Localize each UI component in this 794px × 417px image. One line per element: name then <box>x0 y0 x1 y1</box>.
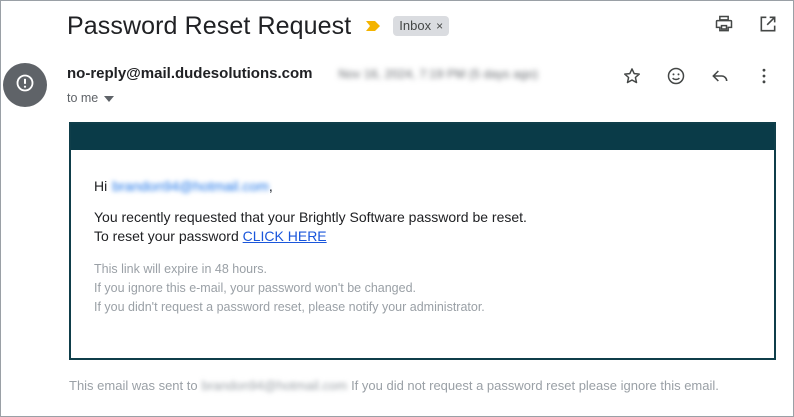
greeting-suffix: , <box>268 178 273 194</box>
importance-marker-icon[interactable] <box>365 20 381 32</box>
more-vert-icon[interactable] <box>753 65 775 87</box>
recipient-text: to me <box>67 91 99 105</box>
star-icon[interactable] <box>621 65 643 87</box>
sender-email[interactable]: no-reply@mail.dudesolutions.com <box>67 65 313 82</box>
print-icon[interactable] <box>713 13 735 35</box>
message-line-2: To reset your password CLICK HERE <box>94 227 774 246</box>
remove-label-button[interactable]: × <box>436 19 443 33</box>
email-card: Hi brandon94@hotmail.com , You recently … <box>69 122 776 360</box>
message-date: Nov 16, 2024, 7:19 PM (5 days ago) <box>338 66 539 81</box>
alert-circle-icon <box>15 73 35 98</box>
sender-line: no-reply@mail.dudesolutions.com Nov 16, … <box>67 65 538 82</box>
open-in-new-icon[interactable] <box>757 13 779 35</box>
recipient-summary[interactable]: to me <box>67 91 538 105</box>
thread-actions <box>713 13 779 35</box>
fine-print: This link will expire in 48 hours. If yo… <box>94 260 774 317</box>
inbox-label-chip: Inbox × <box>393 16 450 36</box>
fine-print-1: This link will expire in 48 hours. <box>94 262 267 276</box>
email-view: Password Reset Request Inbox × no-reply@… <box>0 0 794 417</box>
emoji-icon[interactable] <box>665 65 687 87</box>
main-message: You recently requested that your Brightl… <box>94 208 774 246</box>
footer-prefix: This email was sent to <box>69 378 198 393</box>
card-header-band <box>71 124 774 150</box>
message-actions <box>621 65 775 87</box>
reply-icon[interactable] <box>709 65 731 87</box>
email-footer: This email was sent to brandon94@hotmail.… <box>69 376 769 395</box>
message-line-1: You recently requested that your Brightl… <box>94 209 527 225</box>
footer-email: brandon94@hotmail.com <box>201 378 348 393</box>
subject-row: Password Reset Request Inbox × <box>67 9 793 43</box>
fine-print-2: If you ignore this e-mail, your password… <box>94 281 417 295</box>
sender-block: no-reply@mail.dudesolutions.com Nov 16, … <box>67 65 538 105</box>
greeting-line: Hi brandon94@hotmail.com , <box>94 178 774 194</box>
click-here-link[interactable]: CLICK HERE <box>243 228 327 244</box>
email-subject: Password Reset Request <box>67 11 352 40</box>
inbox-label-text: Inbox <box>399 18 432 33</box>
reset-instruction: To reset your password <box>94 228 239 244</box>
greeting-prefix: Hi <box>94 178 108 194</box>
caret-down-icon[interactable] <box>104 91 115 105</box>
greeting-email[interactable]: brandon94@hotmail.com <box>112 178 269 194</box>
email-body: Hi brandon94@hotmail.com , You recently … <box>71 150 774 317</box>
fine-print-3: If you didn't request a password reset, … <box>94 300 485 314</box>
footer-suffix: If you did not request a password reset … <box>351 378 719 393</box>
sender-avatar[interactable] <box>3 63 47 107</box>
